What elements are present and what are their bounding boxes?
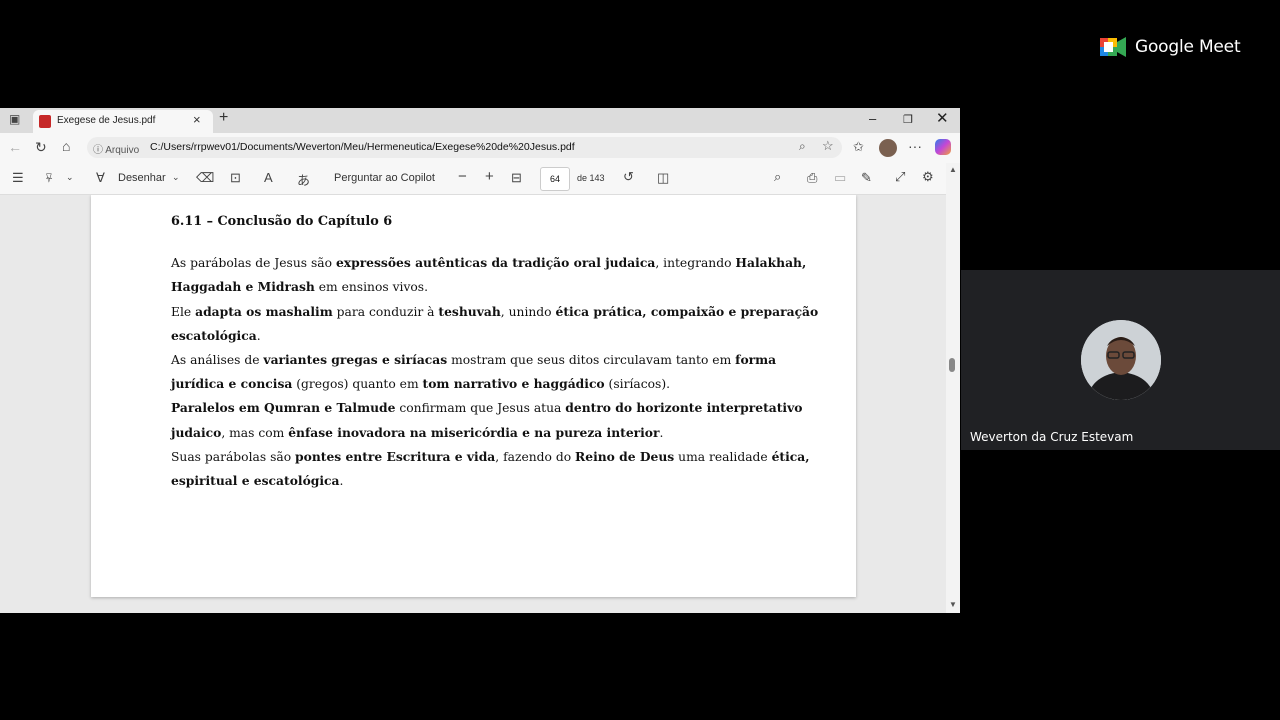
- body-paragraph: As análises de variantes gregas e siríac…: [171, 348, 821, 396]
- minimize-icon[interactable]: –: [869, 111, 876, 126]
- copilot-icon[interactable]: [935, 139, 951, 155]
- save-as-icon[interactable]: ✎: [861, 170, 872, 186]
- text-run: mostram que seus ditos circulavam tanto …: [447, 353, 736, 368]
- body-paragraph: Ele adapta os mashalim para conduzir à t…: [171, 300, 821, 348]
- meet-camera-icon: [1100, 37, 1126, 57]
- fullscreen-icon[interactable]: ⤢: [895, 169, 905, 185]
- address-prefix: ⓘ Arquivo: [93, 145, 140, 156]
- text-run: As parábolas de Jesus são: [171, 256, 336, 271]
- contents-icon[interactable]: ☰: [12, 170, 24, 186]
- body-paragraph: Paralelos em Qumran e Talmude confirmam …: [171, 396, 821, 444]
- bold-text: adapta os mashalim: [195, 303, 333, 319]
- page-total: de 143: [577, 173, 605, 183]
- zoom-icon[interactable]: ⌕: [799, 139, 806, 154]
- ask-copilot-button[interactable]: Perguntar ao Copilot: [334, 172, 435, 184]
- text-run: , fazendo do: [495, 449, 576, 464]
- settings-gear-icon[interactable]: ⚙: [922, 169, 934, 185]
- tab-title: Exegese de Jesus.pdf: [57, 115, 156, 126]
- bold-text: Reino de Deus: [575, 448, 675, 464]
- address-toolbar: ← ↻ ⌂ ⓘ Arquivo C:/Users/rrpwev01/Docume…: [0, 133, 960, 163]
- text-run: , mas com: [221, 425, 289, 440]
- bold-text: pontes entre Escritura e vida: [295, 448, 496, 464]
- scroll-up-icon[interactable]: ▲: [949, 165, 957, 174]
- pdf-viewer[interactable]: 6.11 – Conclusão do Capítulo 6 As parábo…: [0, 195, 946, 613]
- close-tab-icon[interactable]: ×: [193, 112, 201, 127]
- text-run: em ensinos vivos.: [314, 280, 429, 295]
- page-content: 6.11 – Conclusão do Capítulo 6 As parábo…: [171, 210, 821, 493]
- eraser-icon[interactable]: ⌫: [196, 170, 214, 186]
- address-bar[interactable]: ⓘ Arquivo C:/Users/rrpwev01/Documents/We…: [87, 137, 842, 158]
- restore-icon[interactable]: ❐: [903, 113, 913, 126]
- tab-bar: ▣ Exegese de Jesus.pdf × + – ❐ ✕: [0, 108, 960, 133]
- bold-text: Paralelos em Qumran e Talmude: [171, 400, 396, 416]
- highlight-dropdown-icon[interactable]: ⌄: [66, 172, 74, 183]
- close-window-icon[interactable]: ✕: [936, 109, 949, 127]
- pdf-file-icon: [39, 115, 51, 128]
- paragraph-list: As parábolas de Jesus são expressões aut…: [171, 251, 821, 493]
- section-heading: 6.11 – Conclusão do Capítulo 6: [171, 214, 393, 229]
- translate-icon[interactable]: あ: [297, 170, 310, 189]
- bold-text: variantes gregas e siríacas: [263, 352, 448, 368]
- refresh-icon[interactable]: ↻: [35, 139, 47, 156]
- text-run: , unindo: [500, 304, 556, 319]
- text-run: , integrando: [655, 256, 736, 271]
- search-icon[interactable]: ⌕: [774, 169, 781, 185]
- new-tab-icon[interactable]: +: [219, 109, 228, 127]
- draw-icon[interactable]: ∀: [96, 170, 105, 186]
- zoom-in-icon[interactable]: +: [485, 168, 494, 185]
- favorites-icon[interactable]: ✩: [853, 139, 864, 155]
- bold-text: teshuvah: [438, 303, 501, 319]
- favorite-star-icon[interactable]: ☆: [822, 138, 834, 154]
- text-run: As análises de: [171, 353, 264, 368]
- home-icon[interactable]: ⌂: [62, 138, 70, 154]
- scroll-down-icon[interactable]: ▼: [949, 600, 957, 609]
- page-view-icon[interactable]: ◫: [657, 170, 669, 186]
- print-icon[interactable]: ⎙: [807, 170, 817, 186]
- back-icon[interactable]: ←: [8, 139, 22, 155]
- body-paragraph: Suas parábolas são pontes entre Escritur…: [171, 445, 821, 493]
- participant-avatar: [1081, 320, 1161, 400]
- bold-text: expressões autênticas da tradição oral j…: [335, 255, 656, 271]
- text-run: Suas parábolas são: [171, 449, 296, 464]
- text-run: Ele: [171, 304, 196, 319]
- pdf-toolbar: ☰ ⍫ ⌄ ∀ Desenhar ⌄ ⌫ ⊡ A あ Perguntar ao …: [0, 163, 960, 195]
- text-run: para conduzir à: [332, 304, 439, 319]
- bold-text: tom narrativo e haggádico: [422, 376, 605, 392]
- draw-button[interactable]: Desenhar: [118, 172, 166, 184]
- profile-avatar[interactable]: [879, 139, 897, 157]
- text-run: (siríacos).: [604, 377, 671, 392]
- more-menu-icon[interactable]: ···: [908, 138, 922, 154]
- text-run: .: [339, 474, 344, 489]
- tab-actions-icon[interactable]: ▣: [9, 112, 20, 126]
- rotate-icon[interactable]: ↺: [623, 169, 634, 185]
- google-meet-logo: Google Meet: [1100, 34, 1245, 60]
- bold-text: ênfase inovadora na misericórdia e na pu…: [288, 424, 660, 440]
- page-number-input[interactable]: 64: [540, 167, 570, 191]
- text-run: uma realidade: [674, 449, 772, 464]
- meet-brand-text: Google Meet: [1135, 37, 1241, 57]
- tab-exegese-pdf[interactable]: Exegese de Jesus.pdf ×: [33, 110, 213, 133]
- scroll-thumb[interactable]: [949, 358, 955, 372]
- zoom-out-icon[interactable]: −: [458, 168, 467, 185]
- text-run: confirmam que Jesus atua: [395, 401, 566, 416]
- text-run: .: [659, 425, 664, 440]
- text-run: (gregos) quanto em: [292, 377, 423, 392]
- read-aloud-icon[interactable]: A: [264, 170, 273, 185]
- body-paragraph: As parábolas de Jesus são expressões aut…: [171, 251, 821, 299]
- fit-page-icon[interactable]: ⊟: [511, 170, 522, 186]
- address-url[interactable]: C:/Users/rrpwev01/Documents/Weverton/Meu…: [150, 141, 575, 153]
- text-run: .: [256, 328, 261, 343]
- participant-tile[interactable]: Weverton da Cruz Estevam: [961, 270, 1280, 450]
- participant-name: Weverton da Cruz Estevam: [970, 430, 1134, 444]
- draw-dropdown-icon[interactable]: ⌄: [172, 172, 180, 183]
- vertical-scrollbar[interactable]: ▲ ▼: [946, 163, 960, 613]
- save-icon[interactable]: ▭: [834, 170, 846, 186]
- browser-window: ▣ Exegese de Jesus.pdf × + – ❐ ✕ ← ↻ ⌂ ⓘ…: [0, 108, 960, 613]
- text-box-icon[interactable]: ⊡: [230, 170, 241, 186]
- highlight-icon[interactable]: ⍫: [45, 170, 53, 186]
- pdf-page: 6.11 – Conclusão do Capítulo 6 As parábo…: [91, 195, 856, 597]
